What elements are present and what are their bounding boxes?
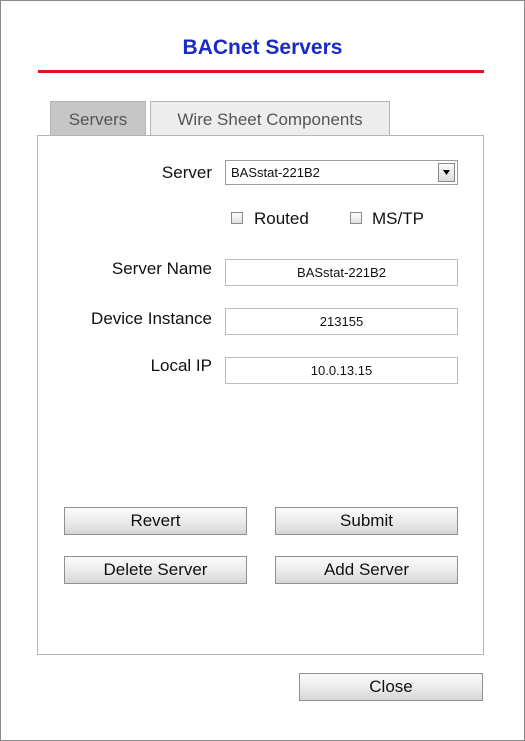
mstp-label: MS/TP — [372, 209, 424, 228]
device-instance-field[interactable]: 213155 — [225, 308, 458, 335]
routed-label: Routed — [254, 209, 309, 228]
server-label: Server — [161, 163, 212, 182]
server-name-field[interactable]: BASstat-221B2 — [225, 259, 458, 286]
tab-wire-sheet-components[interactable]: Wire Sheet Components — [150, 101, 390, 135]
routed-checkbox[interactable] — [231, 212, 243, 224]
local-ip-field[interactable]: 10.0.13.15 — [225, 357, 458, 384]
close-button[interactable]: Close — [299, 673, 483, 701]
delete-server-button[interactable]: Delete Server — [64, 556, 247, 584]
dialog-title: BACnet Servers — [182, 36, 343, 59]
tab-servers[interactable]: Servers — [50, 101, 146, 135]
revert-button[interactable]: Revert — [64, 507, 247, 535]
mstp-checkbox[interactable] — [350, 212, 362, 224]
server-select[interactable]: BASstat-221B2 — [225, 160, 458, 185]
submit-button[interactable]: Submit — [275, 507, 458, 535]
device-instance-label: Device Instance — [91, 309, 212, 328]
add-server-button[interactable]: Add Server — [275, 556, 458, 584]
server-select-value: BASstat-221B2 — [231, 165, 320, 180]
title-underline — [38, 70, 484, 73]
chevron-down-icon[interactable] — [438, 163, 455, 182]
local-ip-label: Local IP — [150, 356, 212, 375]
server-name-label: Server Name — [111, 259, 212, 278]
